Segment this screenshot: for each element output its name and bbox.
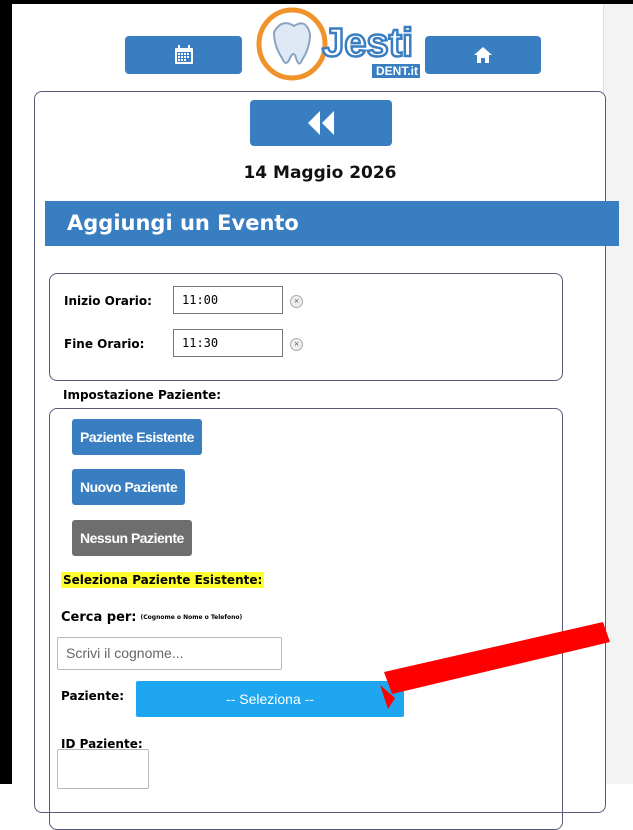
- calendar-icon: [174, 45, 193, 64]
- time-settings: Inizio Orario: 11:00 × Fine Orario: 11:3…: [49, 273, 563, 381]
- home-icon: [474, 47, 492, 63]
- start-time-label: Inizio Orario:: [64, 294, 152, 308]
- calendar-button[interactable]: [125, 36, 242, 74]
- start-time-clear-icon[interactable]: ×: [290, 295, 303, 308]
- patient-section-label: Impostazione Paziente:: [63, 388, 222, 402]
- select-existing-heading: Seleziona Paziente Esistente:: [61, 572, 265, 588]
- header: Jesti DENT.it: [12, 4, 603, 90]
- patient-id-input[interactable]: [57, 749, 149, 789]
- search-label-text: Cerca per:: [61, 610, 137, 625]
- surname-search-input[interactable]: Scrivi il cognome...: [57, 637, 282, 670]
- start-time-row: Inizio Orario:: [64, 286, 152, 316]
- event-panel: 14 Maggio 2026 Aggiungi un Evento Inizio…: [34, 91, 619, 830]
- svg-text:Jesti: Jesti: [322, 21, 413, 65]
- double-chevron-left-icon: [308, 111, 334, 135]
- end-time-label: Fine Orario:: [64, 337, 145, 351]
- search-label: Cerca per: (Cognome o Nome o Telefono): [61, 610, 242, 625]
- patient-select[interactable]: -- Seleziona --: [136, 681, 404, 717]
- end-time-input[interactable]: 11:30: [173, 329, 283, 357]
- new-patient-button[interactable]: Nuovo Paziente: [72, 469, 186, 505]
- current-date: 14 Maggio 2026: [243, 163, 397, 183]
- no-patient-button[interactable]: Nessun Paziente: [72, 520, 192, 556]
- patient-label: Paziente:: [61, 689, 125, 703]
- start-time-input[interactable]: 11:00: [173, 286, 283, 314]
- jestident-logo[interactable]: Jesti DENT.it: [244, 4, 424, 88]
- end-time-row: Fine Orario:: [64, 329, 144, 359]
- page-title: Aggiungi un Evento: [45, 201, 619, 246]
- right-gutter: [603, 4, 633, 784]
- back-button[interactable]: [250, 100, 392, 146]
- search-hint: (Cognome o Nome o Telefono): [140, 614, 243, 621]
- existing-patient-button[interactable]: Paziente Esistente: [72, 419, 202, 455]
- end-time-clear-icon[interactable]: ×: [290, 338, 303, 351]
- window-frame-left: [0, 0, 12, 784]
- svg-text:DENT.it: DENT.it: [376, 64, 418, 78]
- home-button[interactable]: [425, 36, 541, 74]
